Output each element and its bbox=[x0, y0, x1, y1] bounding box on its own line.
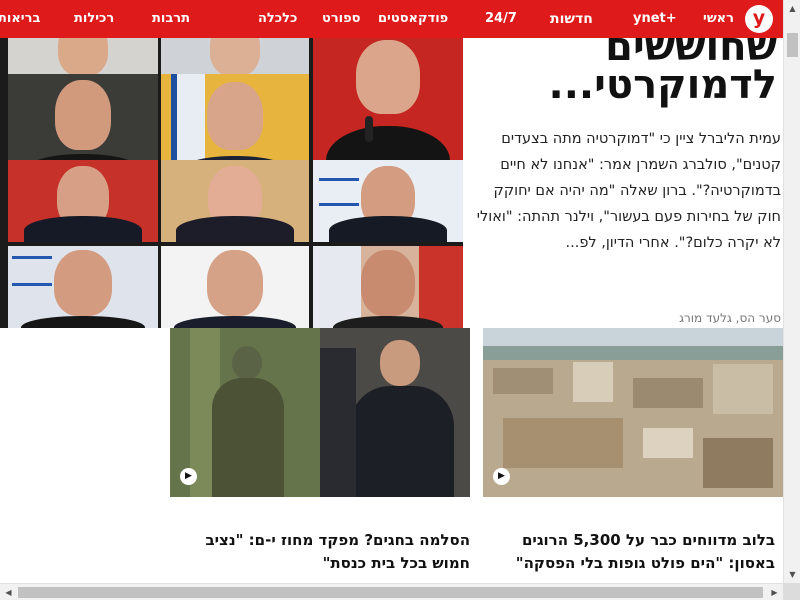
card-title-jerusalem[interactable]: הסלמה בחגים? מפקד מחוז י-ם: "נציב חמוש ב… bbox=[170, 529, 470, 575]
nav-item-home[interactable]: ראשי bbox=[703, 0, 734, 38]
nav-item-ynet-plus[interactable]: ynet+ bbox=[633, 0, 677, 38]
nav-item-culture[interactable]: תרבות bbox=[152, 0, 190, 38]
collage-tile bbox=[161, 246, 309, 328]
collage-tile bbox=[313, 160, 463, 242]
nav-item-podcasts[interactable]: פודקאסטים bbox=[378, 0, 448, 38]
nav-item-sport[interactable]: ספורט bbox=[322, 0, 361, 38]
nav-item-gossip[interactable]: רכילות bbox=[74, 0, 114, 38]
collage-tile bbox=[161, 160, 309, 242]
nav-item-health[interactable]: בריאות bbox=[0, 0, 40, 38]
nav-item-news[interactable]: חדשות bbox=[550, 0, 593, 38]
collage-tile bbox=[313, 246, 463, 328]
scroll-up-icon[interactable]: ▲ bbox=[784, 0, 800, 17]
nav-item-economy[interactable]: כלכלה bbox=[258, 0, 297, 38]
horizontal-scroll-thumb[interactable] bbox=[18, 587, 763, 598]
headline-line: לדמוקרטי... bbox=[548, 62, 777, 108]
libya-flood-image[interactable]: ▶ bbox=[483, 328, 783, 497]
feature-authors: סער הס, גלעד מורג bbox=[679, 311, 781, 325]
feature-headline[interactable]: שחוששים לדמוקרטי... bbox=[470, 38, 783, 118]
scroll-down-icon[interactable]: ▼ bbox=[784, 566, 800, 583]
video-play-icon[interactable]: ▶ bbox=[493, 468, 510, 485]
top-navigation: y ראשי ynet+ חדשות 24/7 פודקאסטים ספורט … bbox=[0, 0, 783, 38]
horizontal-scrollbar[interactable]: ◀ ▶ bbox=[0, 583, 783, 600]
judges-photo-collage[interactable] bbox=[0, 38, 463, 328]
jerusalem-police-image[interactable]: ▶ bbox=[170, 328, 470, 497]
scroll-right-icon[interactable]: ▶ bbox=[766, 584, 783, 600]
scrollbar-corner bbox=[783, 583, 800, 600]
scroll-left-icon[interactable]: ◀ bbox=[0, 584, 17, 600]
video-play-icon[interactable]: ▶ bbox=[180, 468, 197, 485]
collage-tile bbox=[8, 246, 158, 328]
collage-tile bbox=[8, 160, 158, 242]
nav-item-24-7[interactable]: 24/7 bbox=[485, 0, 517, 38]
vertical-scroll-thumb[interactable] bbox=[787, 33, 798, 57]
card-title-libya[interactable]: בלוב מדווחים כבר על 5,300 הרוגים באסון: … bbox=[483, 529, 775, 575]
ynet-logo[interactable]: y bbox=[745, 5, 773, 33]
feature-lead[interactable]: עמית הליברל ציין כי "דמוקרטיה מתה בצעדים… bbox=[470, 126, 783, 256]
vertical-scrollbar[interactable]: ▲ ▼ bbox=[783, 0, 800, 583]
